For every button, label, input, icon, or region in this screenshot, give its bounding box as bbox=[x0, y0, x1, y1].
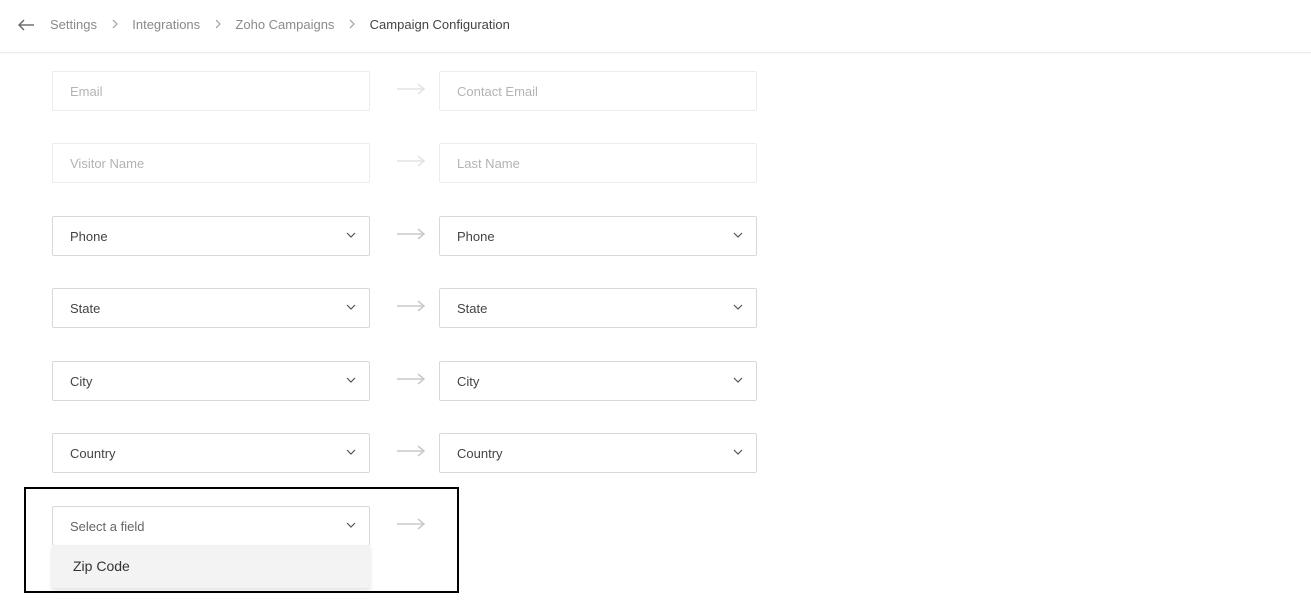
mapping-row-state: State State bbox=[52, 288, 757, 328]
target-field-label: Last Name bbox=[457, 156, 520, 171]
right-arrow-icon bbox=[397, 155, 426, 167]
target-field-contact-email: Contact Email bbox=[439, 71, 757, 111]
mapping-row-new: Select a field bbox=[52, 506, 757, 546]
target-select-phone[interactable]: Phone bbox=[439, 216, 757, 256]
chevron-down-icon bbox=[733, 304, 743, 310]
source-field-label: Email bbox=[70, 84, 103, 99]
target-select-value: Country bbox=[457, 446, 503, 461]
source-select-value: City bbox=[70, 374, 93, 389]
chevron-down-icon bbox=[346, 522, 356, 528]
target-select-value: Phone bbox=[457, 229, 495, 244]
chevron-down-icon bbox=[346, 232, 356, 238]
source-select-value: Phone bbox=[70, 229, 108, 244]
right-arrow-icon bbox=[397, 300, 426, 312]
breadcrumb: Settings Integrations Zoho Campaigns Cam… bbox=[50, 16, 510, 34]
target-select-country[interactable]: Country bbox=[439, 433, 757, 473]
source-select-state[interactable]: State bbox=[52, 288, 370, 328]
source-select-phone[interactable]: Phone bbox=[52, 216, 370, 256]
breadcrumb-settings[interactable]: Settings bbox=[50, 17, 97, 32]
breadcrumb-integrations[interactable]: Integrations bbox=[132, 17, 200, 32]
source-select-value: State bbox=[70, 301, 101, 316]
right-arrow-icon bbox=[397, 228, 426, 240]
back-arrow-icon[interactable] bbox=[14, 14, 38, 36]
chevron-down-icon bbox=[346, 304, 356, 310]
right-arrow-icon bbox=[397, 518, 426, 530]
right-arrow-icon bbox=[397, 373, 426, 385]
select-field-placeholder: Select a field bbox=[70, 519, 145, 534]
target-select-city[interactable]: City bbox=[439, 361, 757, 401]
mapping-row-visitor-name: Visitor Name Last Name bbox=[52, 143, 757, 183]
source-select-country[interactable]: Country bbox=[52, 433, 370, 473]
mapping-row-phone: Phone Phone bbox=[52, 216, 757, 256]
breadcrumb-zoho-campaigns[interactable]: Zoho Campaigns bbox=[235, 17, 334, 32]
chevron-right-icon bbox=[112, 19, 118, 29]
select-field-options: Zip Code bbox=[52, 545, 370, 588]
select-field-dropdown[interactable]: Select a field bbox=[52, 506, 370, 546]
target-field-last-name: Last Name bbox=[439, 143, 757, 183]
right-arrow-icon bbox=[397, 83, 426, 95]
chevron-down-icon bbox=[733, 449, 743, 455]
source-field-label: Visitor Name bbox=[70, 156, 145, 171]
chevron-right-icon bbox=[215, 19, 221, 29]
top-bar: Settings Integrations Zoho Campaigns Cam… bbox=[0, 0, 1311, 53]
right-arrow-icon bbox=[397, 445, 426, 457]
option-zip-code[interactable]: Zip Code bbox=[73, 557, 130, 575]
target-select-value: City bbox=[457, 374, 480, 389]
mapping-row-country: Country Country bbox=[52, 433, 757, 473]
mapping-row-email: Email Contact Email bbox=[52, 71, 757, 111]
target-select-state[interactable]: State bbox=[439, 288, 757, 328]
source-select-city[interactable]: City bbox=[52, 361, 370, 401]
source-select-value: Country bbox=[70, 446, 116, 461]
chevron-down-icon bbox=[733, 377, 743, 383]
chevron-right-icon bbox=[349, 19, 355, 29]
chevron-down-icon bbox=[346, 377, 356, 383]
target-select-value: State bbox=[457, 301, 488, 316]
chevron-down-icon bbox=[346, 449, 356, 455]
mapping-row-city: City City bbox=[52, 361, 757, 401]
chevron-down-icon bbox=[733, 232, 743, 238]
breadcrumb-current: Campaign Configuration bbox=[369, 17, 510, 32]
source-field-visitor-name: Visitor Name bbox=[52, 143, 370, 183]
source-field-email: Email bbox=[52, 71, 370, 111]
target-field-label: Contact Email bbox=[457, 84, 538, 99]
